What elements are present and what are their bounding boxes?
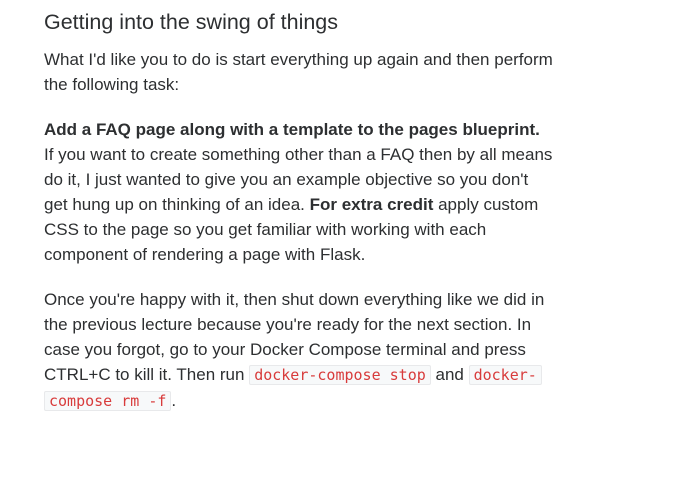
section-title: Getting into the swing of things <box>44 10 339 34</box>
code-docker-compose-stop: docker-compose stop <box>249 365 431 385</box>
task-bold-extra-credit: For extra credit <box>309 195 434 214</box>
shutdown-text-2: and <box>430 365 469 384</box>
shutdown-paragraph: Once you're happy with it, then shut dow… <box>44 287 554 414</box>
intro-text: What I'd like you to do is start everyth… <box>44 50 553 94</box>
intro-paragraph: What I'd like you to do is start everyth… <box>44 47 554 97</box>
lecture-content: Getting into the swing of things What I'… <box>44 8 554 434</box>
shutdown-text-3: . <box>171 391 177 410</box>
task-bold-lead: Add a FAQ page along with a template to … <box>44 120 540 139</box>
task-paragraph: Add a FAQ page along with a template to … <box>44 117 554 267</box>
